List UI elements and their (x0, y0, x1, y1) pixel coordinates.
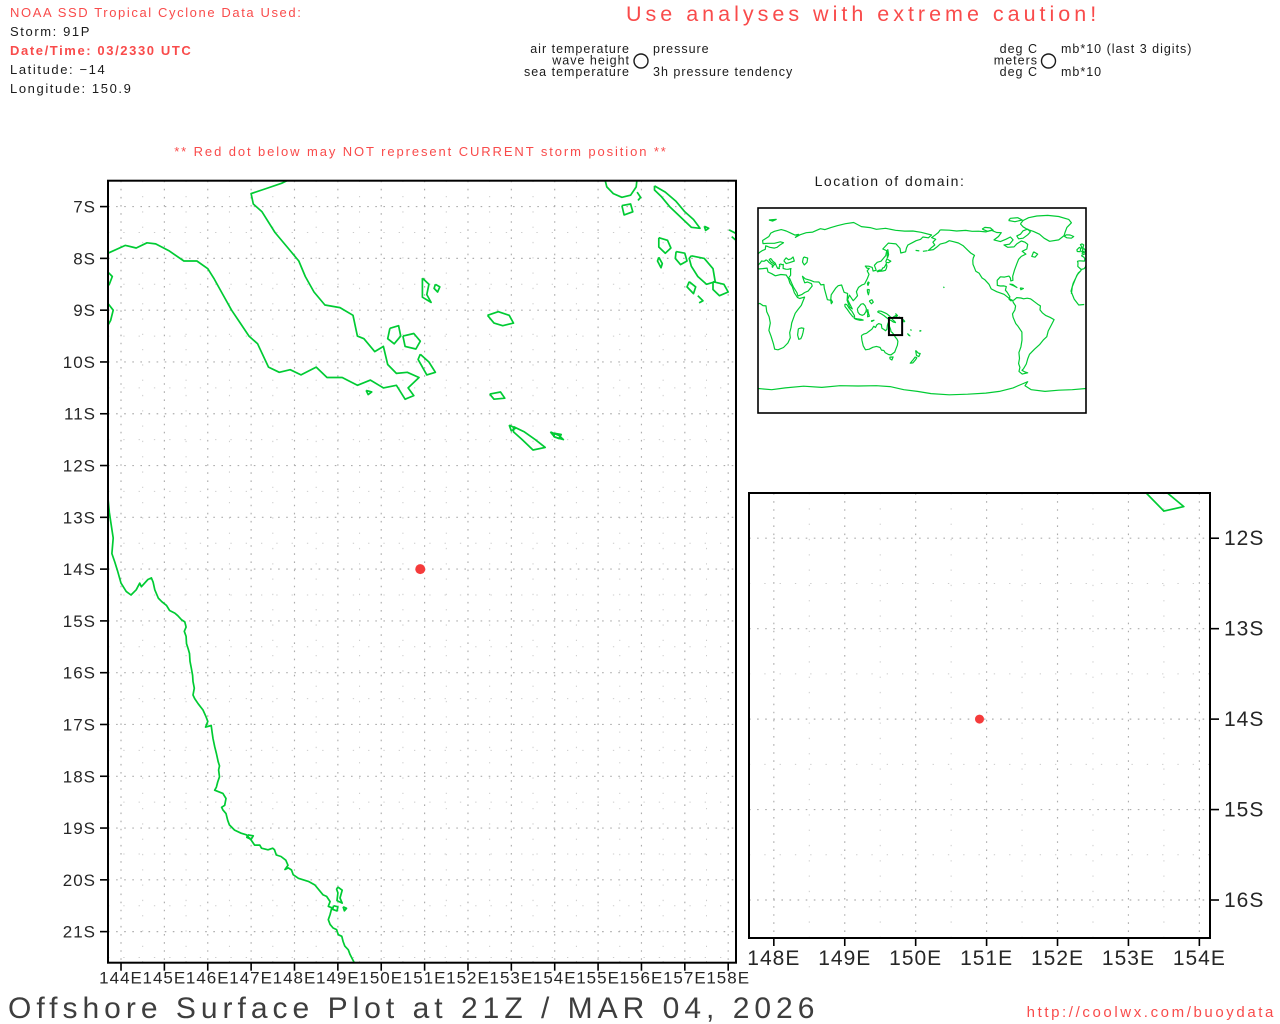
y-axis-label: 13S (1224, 618, 1264, 641)
y-axis-label: 7S (73, 198, 96, 217)
legend-unit-mb10: mb*10 (1061, 65, 1102, 79)
station-model-legend: air temperature wave height sea temperat… (524, 42, 793, 79)
x-axis-label: 148E (747, 947, 800, 970)
page-title: Offshore Surface Plot at 21Z / MAR 04, 2… (8, 992, 819, 1024)
x-axis-label: 150E (889, 947, 942, 970)
y-axis-label: 8S (73, 249, 96, 268)
y-axis-label: 13S (63, 508, 96, 527)
x-axis-label: 148E (273, 969, 317, 988)
x-axis-label: 157E (663, 969, 707, 988)
y-axis-label: 16S (1224, 889, 1264, 912)
storm-info-block: NOAA SSD Tropical Cyclone Data Used: Sto… (10, 5, 302, 96)
legend-unit-mb10-digits: mb*10 (last 3 digits) (1061, 42, 1192, 56)
x-axis-label: 155E (576, 969, 620, 988)
x-axis-label: 154E (533, 969, 577, 988)
x-axis-label: 154E (1173, 947, 1226, 970)
x-axis-label: 156E (620, 969, 664, 988)
y-axis-label: 15S (1224, 799, 1264, 822)
x-axis-label: 146E (186, 969, 230, 988)
x-axis-label: 152E (446, 969, 490, 988)
map-frame (757, 207, 1087, 414)
storm-info-longitude: Longitude: 150.9 (10, 81, 132, 96)
storm-info-id: Storm: 91P (10, 24, 91, 39)
units-legend: deg C meters deg C mb*10 (last 3 digits)… (994, 42, 1192, 79)
storm-position-warning: ** Red dot below may NOT represent CURRE… (174, 144, 668, 159)
storm-info-datetime: Date/Time: 03/2330 UTC (10, 43, 192, 58)
y-axis-label: 14S (1224, 708, 1264, 731)
x-axis-label: 151E (960, 947, 1013, 970)
x-axis-label: 153E (1102, 947, 1155, 970)
x-axis-label: 147E (229, 969, 273, 988)
main-map: 144E 145E 146E 147E 148E 149E 150E 151E 152E 153E… (63, 179, 750, 988)
units-circle-icon (1040, 53, 1057, 69)
y-axis-label: 14S (63, 560, 96, 579)
axis-ticks-labels: 144E 145E 146E 147E 148E 149E 150E 151E 152E 153E… (63, 198, 750, 988)
y-axis-label: 18S (63, 767, 96, 786)
world-locator-map (757, 207, 1087, 414)
y-axis-label: 16S (63, 664, 96, 683)
legend-sea-temperature: sea temperature (524, 65, 630, 79)
storm-info-source: NOAA SSD Tropical Cyclone Data Used: (10, 5, 302, 20)
x-axis-label: 151E (403, 969, 447, 988)
y-axis-label: 15S (63, 612, 96, 631)
storm-info-latitude: Latitude: −14 (10, 62, 106, 77)
world-inset-title: Location of domain: (815, 173, 966, 189)
legend-unit-degc-bottom: deg C (1000, 65, 1038, 79)
y-axis-label: 12S (63, 457, 96, 476)
y-axis-label: 20S (63, 871, 96, 890)
x-axis-label: 158E (706, 969, 750, 988)
source-url-link[interactable]: http://coolwx.com/buoydata (1027, 1004, 1276, 1021)
buoy-plot-page: NOAA SSD Tropical Cyclone Data Used: Sto… (0, 0, 1280, 1024)
x-axis-label: 153E (489, 969, 533, 988)
x-axis-label: 149E (316, 969, 360, 988)
x-axis-label: 144E (99, 969, 143, 988)
legend-pressure: pressure (653, 42, 710, 56)
plot-canvas: NOAA SSD Tropical Cyclone Data Used: Sto… (8, 2, 1276, 1024)
y-axis-label: 10S (63, 353, 96, 372)
axis-ticks-labels: 148E 149E 150E 151E 152E 153E 154E 12S 13S 14S 15S… (747, 527, 1264, 970)
x-axis-label: 149E (818, 947, 871, 970)
storm-position-dot (415, 564, 426, 575)
x-axis-label: 145E (143, 969, 187, 988)
y-axis-label: 17S (63, 715, 96, 734)
station-circle-icon (633, 53, 649, 69)
y-axis-label: 11S (64, 405, 96, 424)
y-axis-label: 19S (63, 819, 96, 838)
x-axis-label: 152E (1031, 947, 1084, 970)
caution-banner: Use analyses with extreme caution! (626, 2, 1100, 26)
y-axis-label: 12S (1224, 527, 1264, 550)
y-axis-label: 9S (73, 301, 96, 320)
storm-position-dot (975, 714, 984, 724)
y-axis-label: 21S (63, 923, 96, 942)
coastline (758, 214, 1086, 396)
legend-pressure-tendency: 3h pressure tendency (653, 65, 793, 79)
x-axis-label: 150E (359, 969, 403, 988)
